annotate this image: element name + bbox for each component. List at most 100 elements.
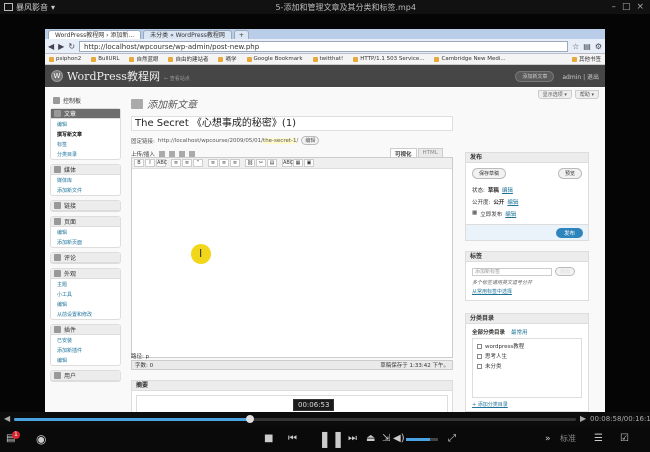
fullscreen-shrink-icon[interactable]: ⇲ [382,426,390,452]
page-menu-icon[interactable]: ▤ [583,42,591,51]
help-button[interactable]: 帮助 ▾ [574,90,599,99]
sidebar-item-comments[interactable]: 评论 [51,253,120,263]
sidebar-subitem[interactable]: 编辑 [51,299,120,309]
browser-tab-active[interactable]: WordPress教程网 › 添加新... [48,30,142,39]
browser-tab[interactable]: 未分类 « WordPress教程网 [143,30,232,39]
permalink-slug[interactable]: the-secret-1 [263,137,297,144]
tab-most-used[interactable]: 最常用 [511,328,528,336]
kitchen-sink-button[interactable]: ▣ [304,159,314,167]
eye-icon[interactable]: ◉ [36,426,46,452]
preview-button[interactable]: 预览 [557,168,582,179]
back-arrow-icon[interactable]: ◀ [48,42,54,51]
category-checkbox[interactable] [477,343,482,349]
new-tag-input[interactable]: 添加新标签 [472,267,552,276]
minimize-button[interactable]: – [611,2,616,12]
italic-button[interactable]: I [145,159,155,167]
edit-visibility-link[interactable]: 编辑 [507,198,518,206]
bold-button[interactable]: B [134,159,144,167]
playlist-icon[interactable]: ▤ [6,426,15,452]
list-item[interactable]: wordpress教程 [477,341,577,351]
add-tag-button[interactable]: 添加 [555,267,576,276]
sidebar-subitem[interactable]: 添加新插件 [51,345,120,355]
fullscreen-icon[interactable]: ⤢ [448,426,456,452]
sidebar-subitem[interactable]: 媒体库 [51,175,120,185]
seek-handle[interactable] [246,415,255,423]
screen-options-button[interactable]: 显示选项 ▾ [537,90,572,99]
other-bookmarks[interactable]: 其他书签 [571,55,605,63]
bullet-list-button[interactable]: ≡ [171,159,181,167]
sidebar-subitem[interactable]: 添加新页面 [51,237,120,247]
category-checkbox[interactable] [477,353,482,359]
bookmark-item[interactable]: 自然蓝眼 [129,55,158,63]
player-logo[interactable]: 暴风影音 ▾ [0,2,80,13]
bookmark-item[interactable]: BullURL [91,56,119,62]
checklist-icon[interactable]: ☑ [620,426,629,452]
volume-icon[interactable]: ◀) [393,426,405,452]
sidebar-item-posts[interactable]: 文章 [51,109,120,119]
excerpt-textarea[interactable] [136,395,448,412]
seek-forward-icon[interactable]: ▶ [580,414,586,423]
choose-tags-link[interactable]: 从常用标签中选择 [466,287,588,296]
volume-slider[interactable] [406,438,438,441]
publish-button[interactable]: 发布 [555,228,583,238]
seek-back-icon[interactable]: ◀ [4,414,10,423]
align-right-button[interactable]: ≡ [230,159,240,167]
align-left-button[interactable]: ≡ [208,159,218,167]
maximize-button[interactable]: □ [622,2,631,12]
address-bar[interactable]: http://localhost/wpcourse/wp-admin/post-… [79,40,569,52]
sidebar-subitem[interactable]: 编辑 [51,227,120,237]
add-category-link[interactable]: + 添加分类目录 [466,398,588,411]
previous-button[interactable]: ⏮ [288,426,297,452]
sidebar-subitem[interactable]: 小工具 [51,289,120,299]
insert-link-button[interactable]: ⛓ [245,159,255,167]
sidebar-subitem[interactable]: 添加新文件 [51,185,120,195]
bookmark-item[interactable]: twitthat! [312,56,343,62]
bookmark-item[interactable]: psiphon2 [49,56,81,62]
pause-button[interactable]: ❚❚ [318,426,345,452]
numbered-list-button[interactable]: ≡ [182,159,192,167]
unlink-button[interactable]: ✂ [256,159,266,167]
excerpt-title[interactable]: 摘要 [132,381,452,391]
categories-box-title[interactable]: 分类目录 [466,314,588,324]
sidebar-subitem[interactable]: 主题 [51,279,120,289]
save-draft-button[interactable]: 保存草稿 [472,168,507,179]
star-icon[interactable]: ☆ [572,42,579,51]
post-title-input[interactable]: The Secret 《心想事成的秘密》(1) [131,116,453,131]
list-item[interactable]: 未分类 [477,361,577,371]
tags-box-title[interactable]: 标签 [466,252,588,262]
edit-schedule-link[interactable]: 编辑 [505,210,516,218]
video-area[interactable]: WordPress教程网 › 添加新... 未分类 « WordPress教程网… [0,14,650,412]
fullscreen-button[interactable]: ▦ [293,159,303,167]
eject-icon[interactable]: ⏏ [366,426,375,452]
new-tab-button[interactable]: + [233,30,249,39]
wp-site-name[interactable]: WordPress教程网 [67,68,160,84]
align-center-button[interactable]: ≡ [219,159,229,167]
bookmark-item[interactable]: Google Bookmark [246,56,303,62]
list-item[interactable]: 思考人生 [477,351,577,361]
strikethrough-button[interactable]: ABC [156,159,167,167]
sidebar-item-pages[interactable]: 页面 [51,217,120,227]
edit-status-link[interactable]: 编辑 [502,186,513,194]
more-tag-button[interactable]: ▤ [267,159,277,167]
sidebar-subitem[interactable]: 从前设置和修改 [51,309,120,319]
sidebar-subitem[interactable]: 标签 [51,139,120,149]
chevron-down-icon[interactable]: ▾ [51,3,55,12]
edit-permalink-button[interactable]: 编辑 [301,136,320,145]
bookmark-item[interactable]: Cambridge New Medi... [434,56,506,62]
sidebar-item-links[interactable]: 链接 [51,201,120,211]
forward-arrow-icon[interactable]: ▶ [58,42,64,51]
bookmark-item[interactable]: 自由的建站者 [168,55,208,63]
spellcheck-button[interactable]: ABC [282,159,293,167]
post-content-editor[interactable]: B I ABC ≡ ≡ “ ≡ ≡ ≡ ⛓ ✂ ▤ ABC ▦ ▣ [131,157,453,358]
reload-icon[interactable]: ↻ [68,42,75,51]
next-button[interactable]: ⏭ [348,426,357,452]
sidebar-subitem[interactable]: 分类目录 [51,149,120,159]
visit-site-link[interactable]: ← 查看站点 [164,75,190,82]
sidebar-item-plugins[interactable]: 插件 [51,325,120,335]
sidebar-subitem[interactable]: 编辑 [51,355,120,365]
sidebar-item-dashboard[interactable]: 控制板 [50,92,121,108]
bookmark-item[interactable]: HTTP/1.1 503 Service... [353,56,424,62]
sidebar-subitem-current[interactable]: 撰写新文章 [51,129,120,139]
sidebar-item-users[interactable]: 用户 [51,371,120,381]
favorite-actions-dropdown[interactable]: 添加新文章 [515,70,555,82]
